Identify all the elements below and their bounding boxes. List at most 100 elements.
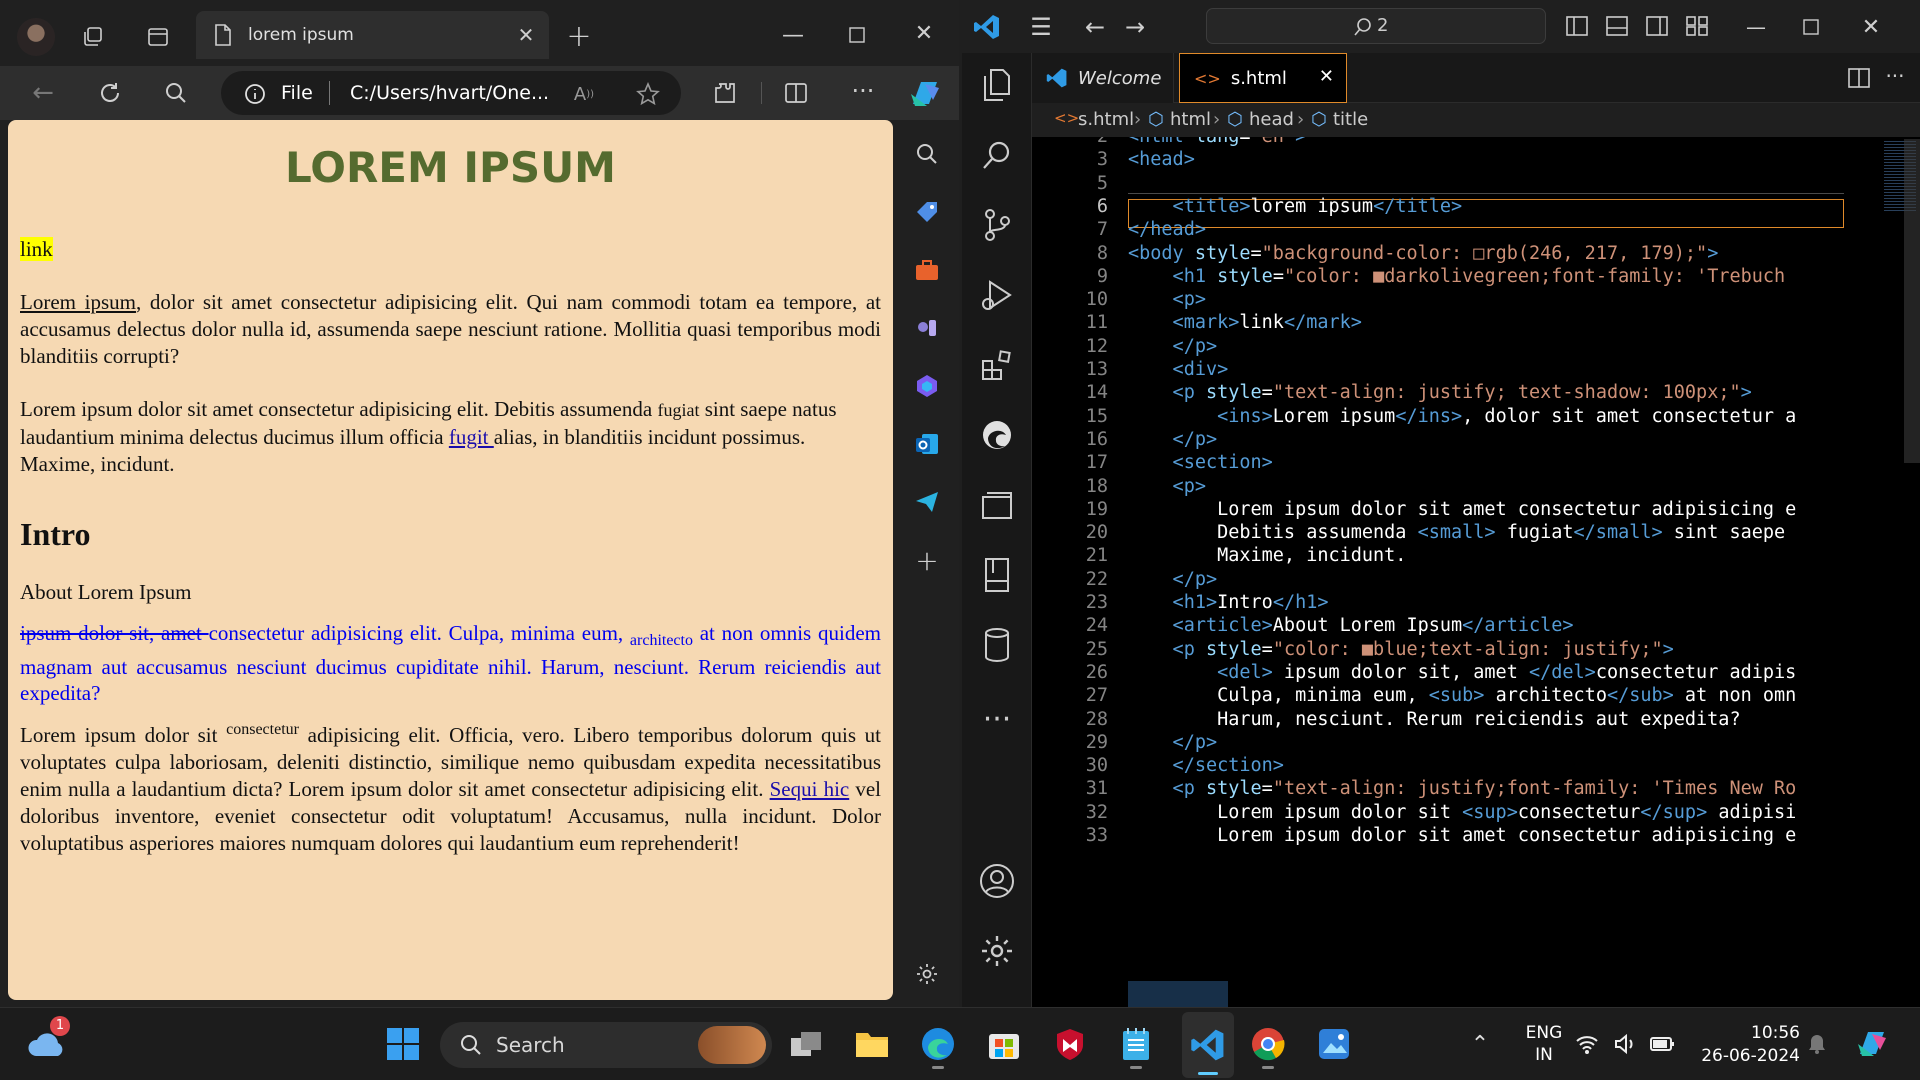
close-window-icon[interactable]: ✕ bbox=[909, 18, 939, 48]
paragraph-4: Lorem ipsum dolor sit consectetur adipis… bbox=[20, 716, 881, 857]
info-icon[interactable] bbox=[243, 82, 267, 106]
address-url[interactable]: C:/Users/hvart/One... bbox=[350, 82, 549, 104]
taskbar-search[interactable]: Search bbox=[440, 1022, 772, 1068]
nav-back-icon[interactable]: ← bbox=[1080, 12, 1110, 42]
vscode-maximize-icon[interactable] bbox=[1796, 12, 1826, 42]
run-debug-icon[interactable] bbox=[979, 277, 1015, 313]
copilot-icon[interactable] bbox=[907, 76, 943, 112]
extensions-icon[interactable] bbox=[710, 78, 740, 108]
maximize-icon[interactable] bbox=[842, 20, 872, 50]
code-token: </p> bbox=[1128, 731, 1218, 753]
toggle-secondary-sidebar-icon[interactable] bbox=[1643, 12, 1671, 40]
split-screen-icon[interactable] bbox=[781, 78, 811, 108]
input-language[interactable]: ENG IN bbox=[1516, 1022, 1572, 1066]
favorite-star-icon[interactable] bbox=[635, 81, 661, 107]
code-token: </head> bbox=[1128, 219, 1206, 241]
photos-app-icon[interactable] bbox=[1314, 1024, 1354, 1064]
new-tab-icon[interactable]: + bbox=[563, 19, 595, 54]
system-clock[interactable]: 10:56 26-06-2024 bbox=[1690, 1022, 1800, 1068]
breadcrumb-title[interactable]: title bbox=[1333, 109, 1368, 130]
code-editor[interactable]: 2<html lang="en">3<head>5 <meta name="vi… bbox=[1032, 137, 1920, 1007]
editor-more-actions-icon[interactable]: ··· bbox=[1882, 63, 1908, 89]
battery-icon[interactable] bbox=[1648, 1024, 1678, 1064]
more-views-icon[interactable]: ··· bbox=[979, 701, 1015, 737]
breadcrumb-html[interactable]: html bbox=[1170, 109, 1211, 130]
shopping-tag-icon[interactable] bbox=[911, 196, 943, 228]
notifications-bell-icon[interactable] bbox=[1802, 1024, 1832, 1064]
workspaces-icon[interactable] bbox=[78, 22, 108, 52]
send-icon[interactable] bbox=[911, 486, 943, 518]
copilot-taskbar-icon[interactable] bbox=[1852, 1024, 1892, 1064]
sequi-hic-link[interactable]: Sequi hic bbox=[770, 777, 850, 801]
sidebar-settings-icon[interactable] bbox=[911, 958, 943, 990]
minimize-icon[interactable]: — bbox=[778, 20, 808, 50]
source-control-icon[interactable] bbox=[979, 207, 1015, 243]
vscode-taskbar-icon[interactable] bbox=[1182, 1012, 1234, 1078]
add-sidebar-icon[interactable]: + bbox=[911, 544, 943, 577]
search-icon[interactable] bbox=[161, 78, 191, 108]
search-view-icon[interactable] bbox=[979, 137, 1015, 173]
toggle-primary-sidebar-icon[interactable] bbox=[1563, 12, 1591, 40]
notepad-icon[interactable] bbox=[1116, 1024, 1156, 1069]
minimap[interactable] bbox=[1880, 137, 1920, 1007]
back-icon[interactable]: ← bbox=[28, 78, 58, 108]
read-aloud-icon[interactable]: A)) bbox=[571, 82, 597, 106]
explorer-icon[interactable] bbox=[979, 67, 1015, 103]
database-icon[interactable] bbox=[979, 627, 1015, 663]
extensions-view-icon[interactable] bbox=[979, 347, 1015, 383]
toggle-panel-icon[interactable] bbox=[1603, 12, 1631, 40]
games-icon[interactable] bbox=[911, 312, 943, 344]
testing-icon[interactable] bbox=[979, 557, 1015, 593]
microsoft-store-icon[interactable] bbox=[984, 1024, 1024, 1064]
hamburger-menu-icon[interactable]: ☰ bbox=[1026, 12, 1056, 42]
edge-taskbar-icon[interactable] bbox=[918, 1024, 958, 1069]
sidebar-search-icon[interactable] bbox=[911, 138, 943, 170]
code-line[interactable]: 33 Lorem ipsum dolor sit amet consectetu… bbox=[1032, 822, 1812, 851]
code-line[interactable]: 3 <head> bbox=[1032, 146, 1812, 175]
weather-widget-icon[interactable]: 1 bbox=[28, 1016, 70, 1064]
vscode-close-icon[interactable]: ✕ bbox=[1856, 12, 1886, 42]
element-box-icon: ⬡ bbox=[1311, 109, 1327, 130]
outlook-icon[interactable] bbox=[911, 428, 943, 460]
fugit-link[interactable]: fugit bbox=[449, 425, 494, 449]
volume-icon[interactable] bbox=[1610, 1024, 1640, 1064]
manage-gear-icon[interactable] bbox=[979, 933, 1015, 969]
tools-icon[interactable] bbox=[911, 254, 943, 286]
refresh-icon[interactable] bbox=[95, 78, 125, 108]
tab-actions-icon[interactable] bbox=[143, 22, 173, 52]
show-hidden-icons-icon[interactable]: ⌃ bbox=[1460, 1024, 1500, 1064]
nav-forward-icon[interactable]: → bbox=[1120, 12, 1150, 42]
wifi-icon[interactable] bbox=[1572, 1024, 1602, 1064]
code-token: <h1> bbox=[1128, 592, 1218, 613]
breadcrumb-file[interactable]: s.html bbox=[1078, 109, 1134, 130]
task-view-icon[interactable] bbox=[786, 1024, 826, 1064]
remote-explorer-icon[interactable] bbox=[979, 487, 1015, 523]
tab-welcome[interactable]: Welcome bbox=[1032, 53, 1174, 103]
customize-layout-icon[interactable] bbox=[1683, 12, 1711, 40]
split-editor-icon[interactable] bbox=[1846, 65, 1872, 91]
code-token: Lorem ipsum dolor sit amet consectetur a… bbox=[1128, 825, 1797, 846]
close-editor-icon[interactable]: ✕ bbox=[1319, 66, 1334, 87]
mcafee-icon[interactable] bbox=[1050, 1024, 1090, 1064]
accounts-icon[interactable] bbox=[979, 863, 1015, 899]
tab-s-html[interactable]: <> s.html ✕ bbox=[1179, 53, 1347, 103]
chrome-icon[interactable] bbox=[1248, 1024, 1288, 1069]
code-token: fugiat bbox=[1495, 522, 1574, 544]
edge-devtools-icon[interactable] bbox=[979, 417, 1015, 453]
copilot-sidebar-icon[interactable] bbox=[911, 370, 943, 402]
address-bar[interactable]: File C:/Users/hvart/One... A)) bbox=[221, 71, 681, 115]
close-tab-icon[interactable]: ✕ bbox=[514, 23, 538, 47]
editor-scrollbar[interactable] bbox=[1904, 139, 1920, 463]
tab-lorem-ipsum[interactable]: lorem ipsum ✕ bbox=[196, 11, 549, 59]
more-menu-icon[interactable]: ··· bbox=[848, 76, 878, 106]
vscode-minimize-icon[interactable]: — bbox=[1741, 12, 1771, 42]
breadcrumb-head[interactable]: head bbox=[1249, 109, 1294, 130]
horizontal-scrollbar[interactable] bbox=[1128, 981, 1228, 1007]
profile-avatar[interactable] bbox=[17, 18, 55, 56]
code-token: Lorem ipsum dolor sit bbox=[1128, 801, 1463, 823]
clock-date: 26-06-2024 bbox=[1701, 1046, 1800, 1066]
start-button-icon[interactable] bbox=[383, 1024, 423, 1064]
file-explorer-icon[interactable] bbox=[852, 1024, 892, 1064]
command-center-search[interactable]: 2 bbox=[1206, 8, 1546, 44]
code-token: Lorem ipsum bbox=[1272, 405, 1396, 427]
